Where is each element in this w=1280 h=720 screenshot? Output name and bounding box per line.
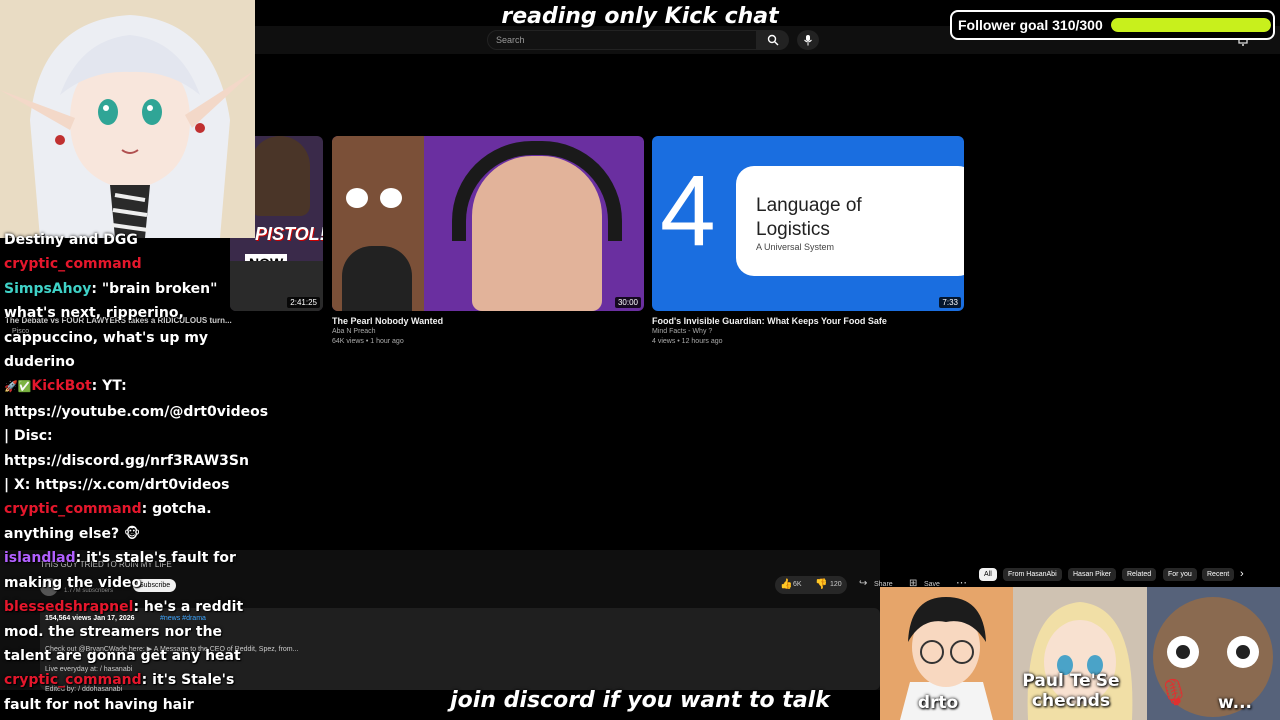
search-icon <box>767 34 779 46</box>
chip-from-hasanabi[interactable]: From HasanAbi <box>1003 568 1062 581</box>
chat-message: cryptic_command <box>4 252 254 276</box>
thumbnail-person <box>250 136 310 216</box>
follower-goal-fill <box>1110 18 1271 32</box>
video-title[interactable]: The Pearl Nobody Wanted <box>332 316 443 326</box>
chat-username[interactable]: blessedshrapnel <box>4 599 133 615</box>
thumbnail-card-title: Language of Logistics <box>756 195 862 240</box>
chip-all[interactable]: All <box>979 568 997 581</box>
chat-username[interactable]: KickBot <box>31 378 91 394</box>
thumbnail-number: 4 <box>660 155 716 267</box>
chat-username[interactable]: islandlad <box>4 550 76 566</box>
chat-text: YT: https://youtube.com/@drt0videos | Di… <box>4 378 269 494</box>
chat-username[interactable]: cryptic_command <box>4 672 142 688</box>
chat-username[interactable]: SimpsAhoy <box>4 281 91 297</box>
video-channel[interactable]: Mind Facts - Why ? <box>652 328 712 335</box>
chat-text: "brain broken" <box>101 280 218 297</box>
streamer-avatar <box>0 0 255 238</box>
thumbnail-beard <box>342 246 412 311</box>
dislike-icon[interactable]: 👎 <box>815 579 827 590</box>
follower-goal-bar <box>1110 18 1271 32</box>
video-channel[interactable]: Aba N Preach <box>332 328 376 335</box>
chat-message: Destiny and DGG <box>4 228 254 252</box>
thumbnail-man-eyes <box>346 188 406 208</box>
chat-message: what's next, ripperino, cappuccino, what… <box>4 301 254 374</box>
search-input[interactable]: Search <box>487 30 757 50</box>
chat-colon: : <box>141 501 153 518</box>
video-meta: 64K views • 1 hour ago <box>332 338 404 345</box>
chat-message: cryptic_command: gotcha. anything else? … <box>4 497 254 546</box>
chat-username[interactable]: cryptic_command <box>4 256 142 272</box>
follower-goal-label: Follower goal 310/300 <box>958 17 1103 33</box>
dislike-count: 120 <box>830 581 842 588</box>
video-title[interactable]: Food's Invisible Guardian: What Keeps Yo… <box>652 316 887 326</box>
video-meta: 4 views • 12 hours ago <box>652 338 723 345</box>
chat-colon: : <box>75 550 87 567</box>
search-button[interactable] <box>757 30 789 50</box>
chat-colon: : <box>91 378 103 395</box>
voice-search-button[interactable] <box>797 30 819 50</box>
chat-message: 🚀✅KickBot: YT: https://youtube.com/@drt0… <box>4 374 268 497</box>
chat-message: blessedshrapnel: he's a reddit mod. the … <box>4 595 254 668</box>
chevron-right-icon[interactable]: › <box>1240 568 1244 580</box>
video-thumbnail[interactable]: 30:00 <box>332 136 644 311</box>
video-duration: 7:33 <box>939 297 961 308</box>
share-icon[interactable]: ↪ <box>859 578 867 589</box>
thumbnail-card-subtitle: A Universal System <box>756 242 835 252</box>
chip-hasan-piker[interactable]: Hasan Piker <box>1068 568 1117 581</box>
video-thumbnail[interactable]: 4 Language of Logistics A Universal Syst… <box>652 136 964 311</box>
chip-related[interactable]: Related <box>1122 568 1157 581</box>
chat-badges: 🚀✅ <box>4 380 32 394</box>
chat-colon: : <box>141 672 153 689</box>
thumbnail-headphones <box>452 141 622 241</box>
follower-goal-widget: Follower goal 310/300 <box>950 10 1275 40</box>
thumbnail-text: PISTOL!?" <box>255 224 323 244</box>
mic-icon <box>804 35 812 46</box>
chip-for-you[interactable]: For you <box>1163 568 1197 581</box>
chat-message: SimpsAhoy: "brain broken" <box>4 277 254 301</box>
chat-colon: : <box>91 280 102 297</box>
chat-username[interactable]: cryptic_command <box>4 501 142 517</box>
stream-overlay-footer: join discord if you want to talk <box>450 688 830 713</box>
chat-text: what's next, ripperino, cappuccino, what… <box>4 305 209 371</box>
chat-message: islandlad: it's stale's fault for making… <box>4 546 254 595</box>
like-count: 6K <box>793 581 802 588</box>
video-duration: 2:41:25 <box>287 297 320 308</box>
kick-chat: Destiny and DGG cryptic_command SimpsAhoy:… <box>4 228 268 717</box>
chip-recent[interactable]: Recent <box>1202 568 1235 581</box>
like-icon[interactable]: 👍 <box>780 579 792 590</box>
chat-colon: : <box>133 599 144 616</box>
chat-text: Destiny and DGG <box>4 232 138 248</box>
video-duration: 30:00 <box>614 297 641 308</box>
